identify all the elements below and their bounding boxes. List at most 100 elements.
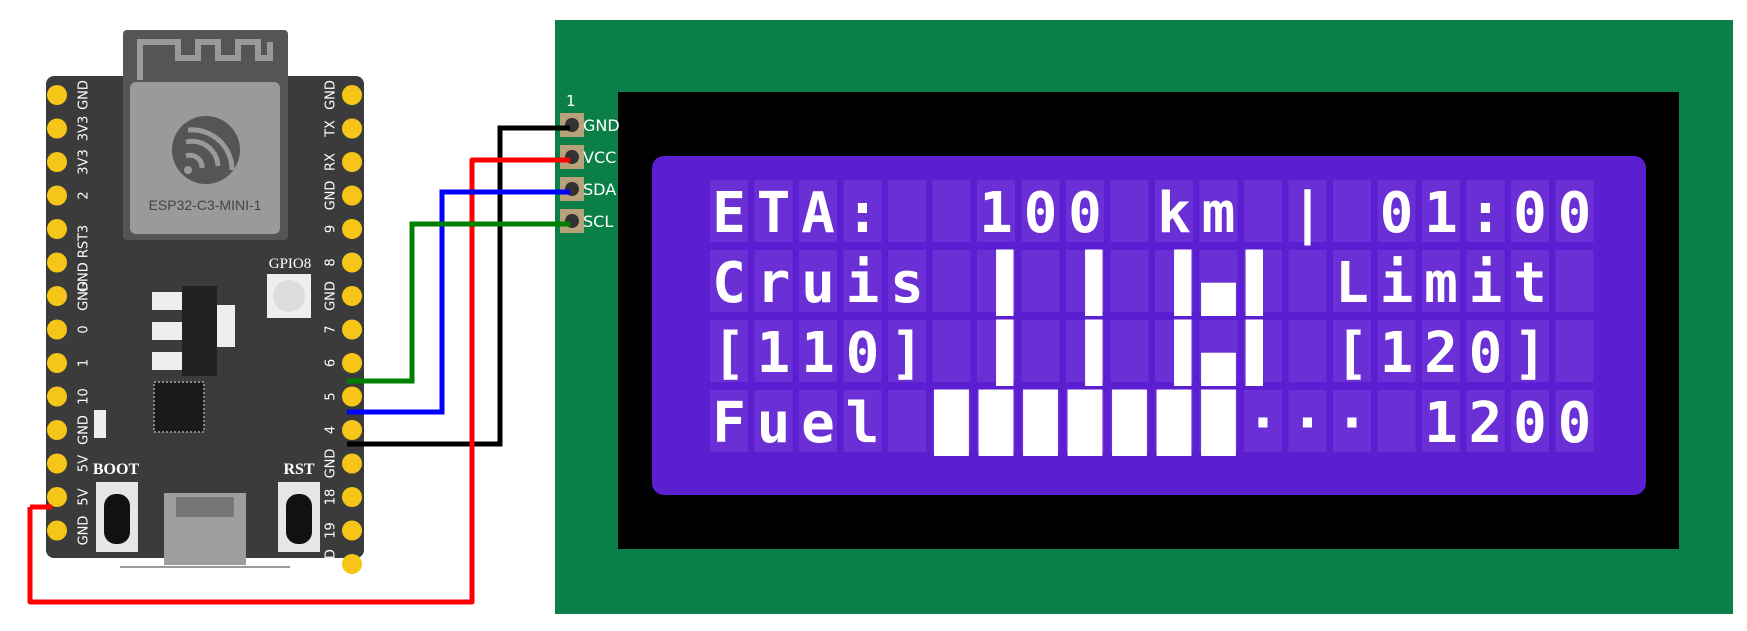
right-pin-label: GND: [324, 549, 339, 579]
right-pin-label: RX: [324, 153, 339, 171]
left-pin[interactable]: [47, 487, 67, 507]
right-pin[interactable]: [342, 185, 362, 206]
lcd-char: ·: [1246, 391, 1280, 456]
lcd-char: 0: [1380, 181, 1414, 246]
right-pin[interactable]: [342, 219, 362, 239]
lcd-char: C: [712, 251, 746, 316]
right-pin[interactable]: [342, 319, 362, 340]
left-pin[interactable]: [47, 420, 67, 440]
left-pin[interactable]: [47, 152, 67, 172]
right-pin[interactable]: [342, 520, 362, 541]
left-pin-label: 3V3: [77, 116, 92, 141]
left-pin[interactable]: [47, 319, 67, 340]
right-pin-label: 8: [324, 258, 339, 266]
lcd-char: [: [712, 321, 746, 386]
right-pin[interactable]: [342, 420, 362, 440]
lcd-char: E: [712, 181, 746, 246]
left-pin[interactable]: [47, 219, 67, 239]
lcd-char: t: [1513, 251, 1547, 316]
lcd-char: 1: [1424, 181, 1458, 246]
lcd-char: :: [1469, 181, 1503, 246]
left-pin[interactable]: [47, 252, 67, 273]
lcd-char: i: [1469, 251, 1503, 316]
lcd-char: 1: [1424, 391, 1458, 456]
right-pin-label: GND: [324, 181, 339, 211]
lcd-char: ]: [1513, 321, 1547, 386]
lcd-char: u: [757, 391, 791, 456]
lcd-cell: [888, 390, 926, 452]
lcd-char: L: [1335, 251, 1369, 316]
lcd-char: 0: [1558, 181, 1592, 246]
right-pin[interactable]: [342, 286, 362, 306]
lcd-char: ·: [1335, 391, 1369, 456]
lcd-char: ▄: [1201, 251, 1237, 316]
left-pin[interactable]: [47, 185, 67, 206]
left-pin[interactable]: [47, 286, 67, 306]
lcd-char: █: [978, 389, 1014, 456]
left-pin[interactable]: [47, 520, 67, 541]
lcd-char: m: [1202, 181, 1236, 246]
lcd-char: ▌: [1245, 249, 1280, 316]
lcd-char: 0: [1068, 181, 1102, 246]
left-pin[interactable]: [47, 85, 67, 105]
left-pin-label: GND: [77, 516, 92, 546]
lcd-cell: [1110, 250, 1149, 312]
lcd-char: ]: [890, 321, 924, 386]
right-pin-label: GND: [324, 281, 339, 311]
lcd-char: l: [846, 391, 880, 456]
lcd-char: █: [1067, 389, 1103, 456]
lcd-char: r: [757, 251, 791, 316]
lcd2004-module[interactable]: 1 GNDVCCSDASCL E T A:1 0 0 k m | 0 1:0 0C r u i s ▐ ▐ ▐ ▄ ▌…: [555, 20, 1733, 614]
left-pin-label: GND: [77, 415, 92, 445]
lcd-char: i: [1380, 251, 1414, 316]
lcd-char: █: [1156, 389, 1192, 456]
right-pin[interactable]: [342, 152, 362, 172]
lcd-cell: [932, 250, 971, 312]
wire-gnd[interactable]: [347, 125, 570, 447]
lcd-cell: [1333, 180, 1371, 242]
left-pin[interactable]: [47, 353, 67, 373]
lcd-char: 2: [1424, 321, 1458, 386]
right-pin[interactable]: [342, 353, 362, 373]
usb-port-opening: [176, 497, 234, 517]
right-pin[interactable]: [342, 85, 362, 105]
lcd-char: A: [801, 181, 835, 246]
lcd-char: F: [712, 391, 746, 456]
circuit-diagram: ESP32-C3-MINI-1 GPIO8 BOOT RST GND 3V3 3V3…: [27, 20, 1733, 614]
right-pin[interactable]: [342, 453, 362, 474]
right-pin-label: 5: [324, 392, 339, 400]
lcd-cell: [1555, 250, 1594, 312]
right-pin[interactable]: [342, 487, 362, 507]
lcd-char: ▐: [1157, 319, 1192, 386]
lcd-cell: [1110, 180, 1149, 242]
lcd-char: ▄: [1201, 321, 1237, 386]
right-pin[interactable]: [342, 386, 362, 407]
lcd-char: ▐: [1157, 249, 1192, 316]
rst-button-cap: [286, 494, 312, 544]
pin1-marker: 1: [566, 92, 576, 110]
lcd-char: e: [801, 391, 835, 456]
lcd-cell: [888, 180, 926, 242]
lcd-pin-label: SDA: [583, 180, 616, 199]
left-pin[interactable]: [47, 386, 67, 407]
lcd-char: 0: [1513, 181, 1547, 246]
right-pin[interactable]: [342, 118, 362, 139]
smd-resistor: [94, 410, 106, 438]
esp32-c3-board[interactable]: ESP32-C3-MINI-1 GPIO8 BOOT RST GND 3V3 3V3…: [46, 30, 364, 579]
lcd-pin-label: SCL: [583, 212, 613, 231]
wire-scl[interactable]: [347, 221, 570, 384]
right-pin[interactable]: [342, 554, 362, 574]
lcd-char: 1: [801, 321, 835, 386]
lcd-char: [: [1335, 321, 1369, 386]
left-pin-label: 3: [77, 225, 92, 233]
left-pin[interactable]: [47, 118, 67, 139]
lcd-char: ▐: [1068, 319, 1103, 386]
lcd-char: 1: [1380, 321, 1414, 386]
lcd-cell: [1288, 320, 1327, 382]
lcd-cell: [1288, 250, 1327, 312]
left-pin[interactable]: [47, 453, 67, 474]
right-pin[interactable]: [342, 252, 362, 273]
lcd-char: 1: [979, 181, 1013, 246]
right-pin-label: TX: [324, 120, 339, 138]
lcd-char: k: [1157, 181, 1191, 246]
